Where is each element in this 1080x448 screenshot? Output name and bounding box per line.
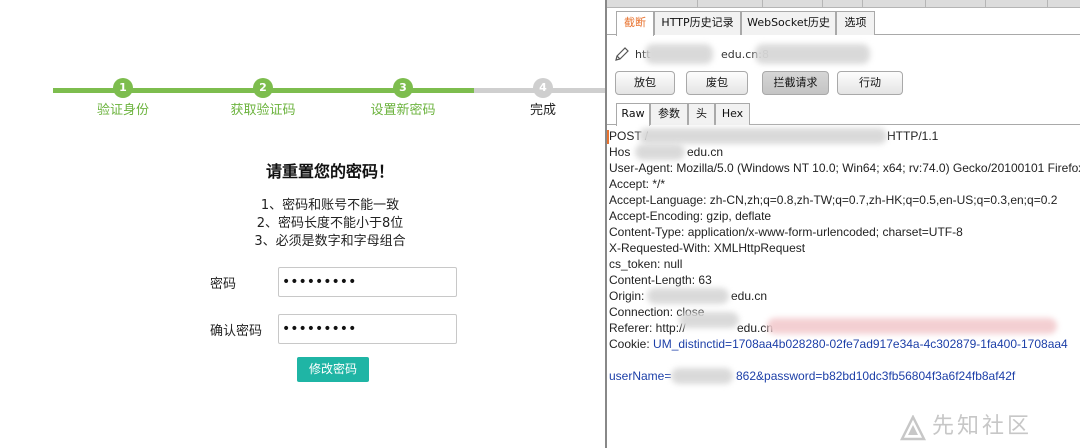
header-host: Hos edu.cn <box>609 145 724 159</box>
password-rule: 1、密码和账号不能一致 <box>260 198 400 213</box>
step-number-badge: 4 <box>533 78 553 98</box>
redaction-blur <box>645 44 713 64</box>
header-accept-language: Accept-Language: zh-CN,zh;q=0.8,zh-TW;q=… <box>609 193 1058 207</box>
redaction-blur <box>671 368 733 384</box>
watermark-text: 先知社区 <box>932 414 1033 439</box>
tab-params[interactable]: 参数 <box>650 103 688 125</box>
step-label: 获取验证码 <box>230 103 296 118</box>
action-button[interactable]: 行动 <box>837 71 903 95</box>
step-label: 完成 <box>529 103 556 118</box>
tab-hex[interactable]: Hex <box>715 103 750 125</box>
step-complete: 4 完成 <box>473 78 605 119</box>
step-label: 验证身份 <box>96 103 149 118</box>
header-accept-encoding: Accept-Encoding: gzip, deflate <box>609 209 772 223</box>
change-password-button[interactable]: 修改密码 <box>297 357 369 382</box>
reset-heading: 请重置您的密码！ <box>265 162 394 181</box>
top-tab-strip <box>607 0 1080 8</box>
header-cs-token: cs_token: null <box>609 257 683 271</box>
pencil-icon[interactable] <box>613 45 631 63</box>
step-set-password: 3 设置新密码 <box>333 78 473 119</box>
header-user-agent: User-Agent: Mozilla/5.0 (Windows NT 10.0… <box>609 161 1080 175</box>
redaction-blur <box>639 128 887 144</box>
step-label: 设置新密码 <box>370 103 436 118</box>
header-x-requested-with: X-Requested-With: XMLHttpRequest <box>609 241 806 255</box>
tab-intercept[interactable]: 截断 <box>616 11 654 36</box>
proxy-tab-bar: 截断 HTTP历史记录 WebSocket历史 选项 <box>607 11 1080 36</box>
message-view-tabs: Raw 参数 头 Hex <box>607 103 1080 126</box>
header-content-length: Content-Length: 63 <box>609 273 712 287</box>
header-content-type: Content-Type: application/x-www-form-url… <box>609 225 963 239</box>
proxy-intercept-panel: 截断 HTTP历史记录 WebSocket历史 选项 htt edu.cn:8 … <box>605 0 1080 448</box>
intercept-toggle-button[interactable]: 拦截请求 <box>762 71 829 95</box>
header-cookie: Cookie: UM_distinctid=1708aa4b028280-02f… <box>609 337 1068 351</box>
step-number-badge: 1 <box>113 78 133 98</box>
drop-button[interactable]: 废包 <box>686 71 748 95</box>
redaction-blur <box>767 318 1057 334</box>
password-reset-page: 1 验证身份 2 获取验证码 3 设置新密码 4 完成 请重置您的密码！ 1、密… <box>0 0 605 448</box>
tab-http-history[interactable]: HTTP历史记录 <box>654 11 741 35</box>
tab-raw[interactable]: Raw <box>616 103 650 126</box>
watermark: 先知社区 <box>900 406 1080 448</box>
xianzhi-logo-icon <box>900 415 926 441</box>
header-accept: Accept: */* <box>609 177 666 191</box>
tab-options[interactable]: 选项 <box>836 11 875 35</box>
redaction-blur <box>755 44 870 64</box>
password-label: 密码 <box>210 277 237 292</box>
step-number-badge: 3 <box>393 78 413 98</box>
request-body: userName= 862&password=b82bd10dc3fb56804f… <box>609 369 1016 383</box>
password-rule: 3、必须是数字和字母组合 <box>254 234 406 249</box>
confirm-password-field[interactable]: ••••••••• <box>278 314 457 344</box>
redaction-blur <box>647 288 729 304</box>
raw-request-editor[interactable]: POST / HTTP/1.1 Hos edu.cn User-Agent: Moz… <box>607 126 1080 448</box>
password-rule: 2、密码长度不能小于8位 <box>256 216 404 231</box>
tab-headers[interactable]: 头 <box>688 103 715 125</box>
step-number-badge: 2 <box>253 78 273 98</box>
redaction-blur <box>635 144 685 160</box>
redaction-blur <box>679 312 739 328</box>
password-field[interactable]: ••••••••• <box>278 267 457 297</box>
forward-button[interactable]: 放包 <box>615 71 675 95</box>
header-referer: Referer: http://edu.cn <box>609 321 774 335</box>
header-origin: Origin: edu.cn <box>609 289 768 303</box>
step-get-code: 2 获取验证码 <box>193 78 333 119</box>
confirm-password-label: 确认密码 <box>210 324 263 339</box>
step-verify-identity: 1 验证身份 <box>53 78 193 119</box>
tab-websocket-history[interactable]: WebSocket历史 <box>741 11 836 35</box>
